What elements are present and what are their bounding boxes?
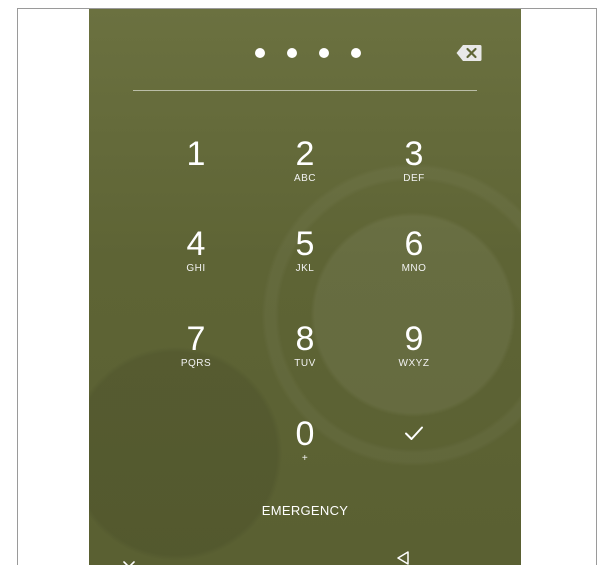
key-9[interactable]: 9 WXYZ [369,320,459,400]
key-7[interactable]: 7 PQRS [151,320,241,400]
key-3[interactable]: 3 DEF [369,135,459,215]
pin-divider [133,90,477,91]
key-letters: MNO [401,263,427,274]
key-letters: PQRS [180,358,212,369]
key-digit: 2 [295,135,315,173]
key-6[interactable]: 6 MNO [369,225,459,305]
key-digit: 4 [186,225,206,263]
key-1[interactable]: 1 [151,135,241,215]
backspace-icon[interactable] [456,44,482,62]
key-digit: 5 [295,225,315,263]
key-0[interactable]: 0 + [260,415,350,495]
key-digit: 3 [404,135,424,173]
key-digit: 8 [295,320,315,358]
pin-dot [351,48,361,58]
pin-entry-row [89,41,521,71]
key-digit: 9 [404,320,424,358]
key-letters: + [301,453,309,464]
pin-dot [255,48,265,58]
key-5[interactable]: 5 JKL [260,225,350,305]
key-letters: TUV [294,358,316,369]
key-digit: 0 [295,415,315,453]
pin-dots [255,48,361,58]
lock-screen: 1 2 ABC 3 DEF 4 GHI 5 JKL 6 MNO 7 PQRS 8… [89,9,521,565]
key-8[interactable]: 8 TUV [260,320,350,400]
chevron-down-icon[interactable] [122,557,136,565]
enter-key[interactable] [369,415,459,495]
key-letters: DEF [403,173,425,184]
pin-dot [287,48,297,58]
emergency-button[interactable]: EMERGENCY [220,499,390,523]
key-2[interactable]: 2 ABC [260,135,350,215]
key-digit: 7 [186,320,206,358]
back-triangle-icon[interactable] [395,550,411,565]
key-letters: GHI [186,263,206,274]
key-4[interactable]: 4 GHI [151,225,241,305]
key-digit: 6 [404,225,424,263]
checkmark-icon [405,426,423,440]
key-digit: 1 [186,135,206,173]
key-letters: ABC [293,173,317,184]
key-letters: JKL [295,263,315,274]
pin-dot [319,48,329,58]
key-letters: WXYZ [398,358,430,369]
